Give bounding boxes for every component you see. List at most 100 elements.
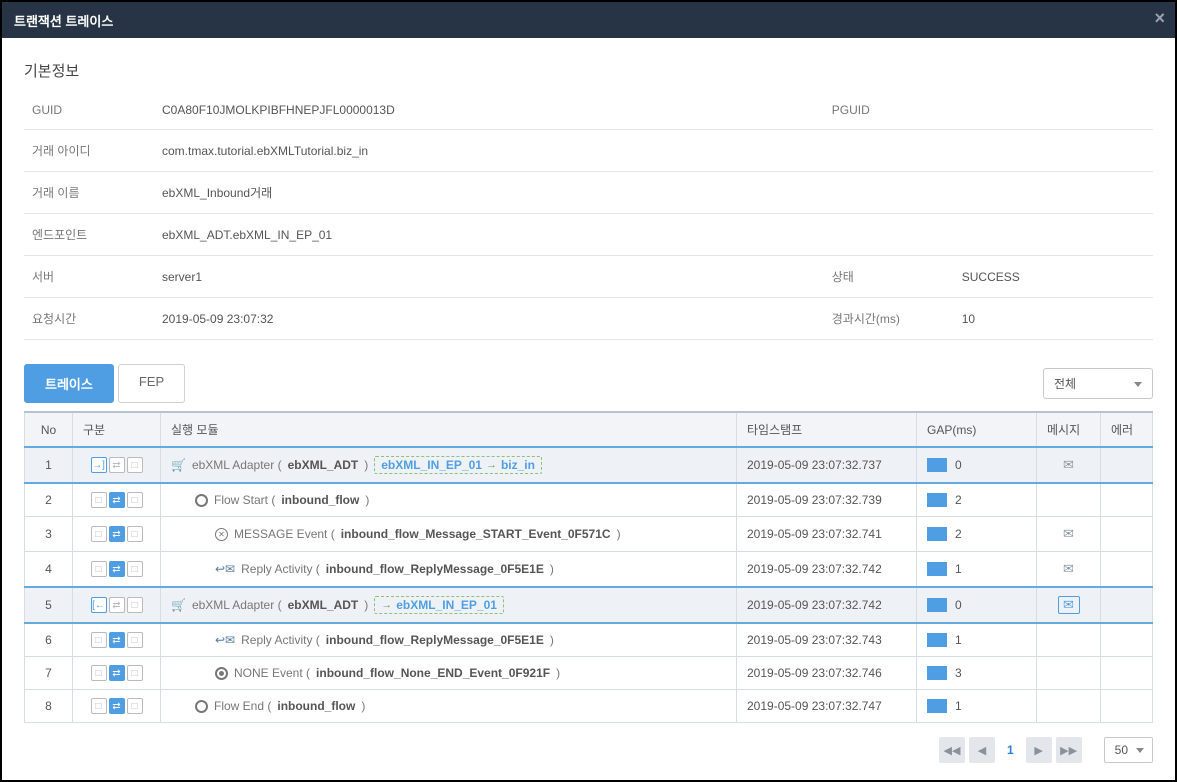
value-req-time: 2019-05-09 23:07:32 (154, 298, 824, 340)
reply-icon: ↩✉ (215, 633, 235, 647)
cell-module: 🛒 ebXML Adapter ( ebXML_ADT ) → ebXML_IN… (161, 587, 737, 623)
message-icon[interactable]: ✉ (1058, 525, 1080, 543)
cell-gap: 1 (917, 623, 1037, 657)
table-row[interactable]: 3 □ ⇄ □ ✕ MESSAGE Event ( inbound_flow_M… (25, 517, 1153, 552)
section-basic-info: 기본정보 (24, 60, 1153, 81)
value-endpoint: ebXML_ADT.ebXML_IN_EP_01 (154, 214, 1153, 256)
cell-module: Flow End ( inbound_flow ) (161, 690, 737, 723)
out-arrow-icon: [← (91, 597, 107, 613)
flow-icon: ⇄ (109, 492, 125, 508)
page-prev-button[interactable]: ◀ (969, 737, 995, 763)
cell-ts: 2019-05-09 23:07:32.739 (737, 483, 917, 517)
cell-no: 2 (25, 483, 73, 517)
value-guid: C0A80F10JMOLKPIBFHNEPJFL0000013D (154, 91, 824, 130)
circle-icon (195, 494, 208, 507)
cell-ts: 2019-05-09 23:07:32.741 (737, 517, 917, 552)
table-row[interactable]: 5 [← ⇄ □ 🛒 ebXML Adapter ( ebXML_ADT (25, 587, 1153, 623)
box-icon: □ (91, 492, 107, 508)
box-icon: □ (127, 698, 143, 714)
cell-gap: 3 (917, 657, 1037, 690)
cell-no: 8 (25, 690, 73, 723)
window-title: 트랜잭션 트레이스 (14, 11, 113, 30)
transaction-trace-window: 트랜잭션 트레이스 × 기본정보 GUID C0A80F10JMOLKPIBFH… (0, 0, 1177, 782)
col-gubun: 구분 (73, 412, 161, 447)
value-elapsed: 10 (954, 298, 1153, 340)
value-pguid (954, 91, 1153, 130)
col-module: 실행 모듈 (161, 412, 737, 447)
col-message: 메시지 (1037, 412, 1101, 447)
flow-icon: ⇄ (109, 457, 125, 473)
table-row[interactable]: 7 □ ⇄ □ NONE Event ( inbound_flow_None_E… (25, 657, 1153, 690)
page-number[interactable]: 1 (999, 743, 1022, 757)
cell-no: 4 (25, 552, 73, 588)
table-row[interactable]: 2 □ ⇄ □ Flow Start ( inbound_flow (25, 483, 1153, 517)
box-icon: □ (91, 526, 107, 542)
reply-icon: ↩✉ (215, 562, 235, 576)
cell-ts: 2019-05-09 23:07:32.746 (737, 657, 917, 690)
pagination: ◀◀ ◀ 1 ▶ ▶▶ 50 (24, 737, 1153, 763)
table-row[interactable]: 4 □ ⇄ □ ↩✉ Reply Activity ( inbound_flow… (25, 552, 1153, 588)
flow-icon: ⇄ (109, 526, 125, 542)
tab-trace[interactable]: 트레이스 (24, 364, 114, 403)
box-icon: □ (91, 698, 107, 714)
label-tx-name: 거래 이름 (24, 172, 154, 214)
page-next-button[interactable]: ▶ (1026, 737, 1052, 763)
box-icon: □ (91, 632, 107, 648)
cell-no: 5 (25, 587, 73, 623)
circle-icon (195, 700, 208, 713)
flow-icon: ⇄ (109, 561, 125, 577)
box-icon: □ (127, 561, 143, 577)
ep-badge: → ebXML_IN_EP_01 (374, 596, 504, 614)
page-size-select[interactable]: 50 (1104, 737, 1153, 763)
table-row[interactable]: 6 □ ⇄ □ ↩✉ Reply Activity ( inbound_flow… (25, 623, 1153, 657)
cell-module: ✕ MESSAGE Event ( inbound_flow_Message_S… (161, 517, 737, 552)
cell-gubun: □ ⇄ □ (73, 483, 161, 517)
trace-table: No 구분 실행 모듈 타임스탬프 GAP(ms) 메시지 에러 1 →] ⇄ (24, 411, 1153, 723)
page-size-value: 50 (1115, 743, 1128, 757)
message-icon[interactable]: ✉ (1058, 560, 1080, 578)
adapter-icon: 🛒 (171, 598, 186, 612)
tab-fep[interactable]: FEP (118, 364, 185, 403)
filter-dropdown[interactable]: 전체 (1043, 368, 1153, 399)
adapter-icon: 🛒 (171, 458, 186, 472)
tabs-row: 트레이스 FEP 전체 (24, 364, 1153, 403)
message-icon[interactable]: ✉ (1058, 596, 1080, 614)
gap-bar-icon (927, 562, 947, 576)
arrow-icon: → (381, 599, 392, 611)
cell-ts: 2019-05-09 23:07:32.747 (737, 690, 917, 723)
cell-no: 6 (25, 623, 73, 657)
col-timestamp: 타임스탬프 (737, 412, 917, 447)
cell-err (1101, 483, 1153, 517)
cell-module: NONE Event ( inbound_flow_None_END_Event… (161, 657, 737, 690)
cell-err (1101, 447, 1153, 483)
gap-bar-icon (927, 666, 947, 680)
cell-msg: ✉ (1037, 587, 1101, 623)
box-icon: □ (91, 665, 107, 681)
close-icon[interactable]: × (1154, 8, 1165, 29)
cell-gubun: □ ⇄ □ (73, 690, 161, 723)
cell-gubun: □ ⇄ □ (73, 623, 161, 657)
cell-gap: 0 (917, 447, 1037, 483)
label-req-time: 요청시간 (24, 298, 154, 340)
cell-ts: 2019-05-09 23:07:32.742 (737, 552, 917, 588)
tabs: 트레이스 FEP (24, 364, 185, 403)
table-row[interactable]: 1 →] ⇄ □ 🛒 ebXML Adapter ( ebXML_ADT (25, 447, 1153, 483)
label-tx-id: 거래 아이디 (24, 130, 154, 172)
label-endpoint: 엔드포인트 (24, 214, 154, 256)
table-row[interactable]: 8 □ ⇄ □ Flow End ( inbound_flow (25, 690, 1153, 723)
message-icon[interactable]: ✉ (1058, 456, 1080, 474)
page-last-button[interactable]: ▶▶ (1056, 737, 1082, 763)
cell-ts: 2019-05-09 23:07:32.742 (737, 587, 917, 623)
flow-icon: ⇄ (109, 665, 125, 681)
cell-no: 1 (25, 447, 73, 483)
gap-bar-icon (927, 527, 947, 541)
cell-module: Flow Start ( inbound_flow ) (161, 483, 737, 517)
box-icon: □ (127, 492, 143, 508)
cell-module: ↩✉ Reply Activity ( inbound_flow_ReplyMe… (161, 623, 737, 657)
cell-no: 3 (25, 517, 73, 552)
flow-icon: ⇄ (109, 698, 125, 714)
flow-icon: ⇄ (109, 597, 125, 613)
cell-ts: 2019-05-09 23:07:32.743 (737, 623, 917, 657)
page-first-button[interactable]: ◀◀ (939, 737, 965, 763)
label-pguid: PGUID (824, 91, 954, 130)
